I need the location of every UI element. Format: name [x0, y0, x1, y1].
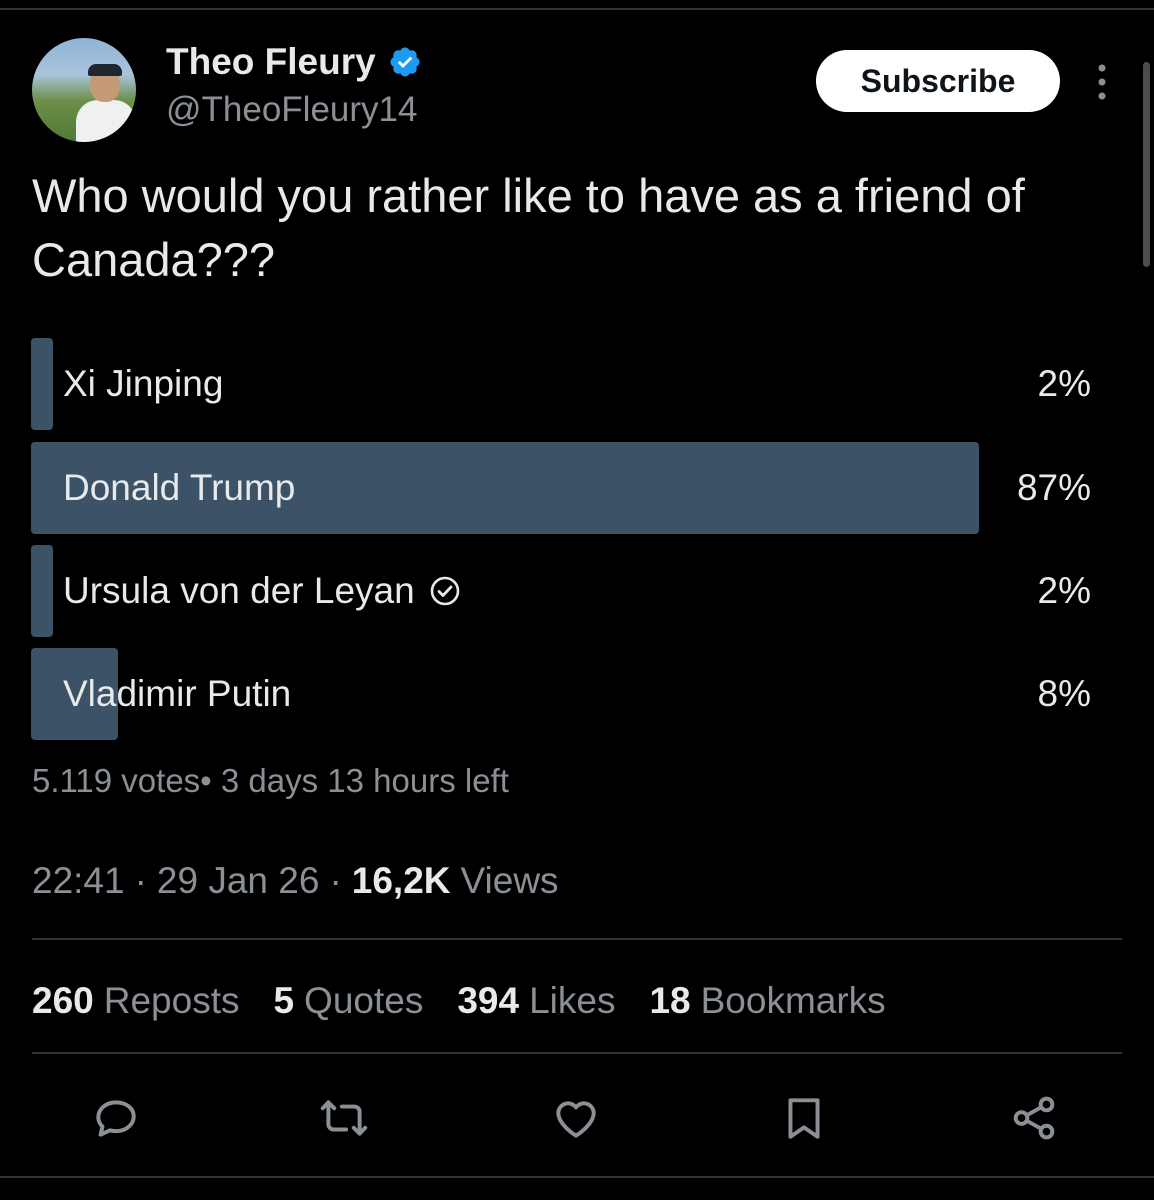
poll-option-percent: 87%: [1016, 467, 1091, 508]
author-display-name[interactable]: Theo Fleury: [166, 41, 376, 83]
check-circle-icon: [430, 576, 460, 606]
like-icon: [556, 1101, 596, 1138]
author-name-row: Theo Fleury: [166, 40, 422, 84]
views-count[interactable]: 16,2K: [352, 860, 451, 902]
tweet-timestamp: 22:41 · 29 Jan 26 · 16,2K Views: [32, 860, 559, 902]
reply-button[interactable]: [88, 1090, 144, 1146]
poll-option-percent: 2%: [1037, 570, 1091, 611]
poll-option-bar: [31, 545, 53, 637]
divider: [32, 1052, 1122, 1054]
poll-option-label: Xi Jinping: [63, 363, 224, 404]
author-handle[interactable]: @TheoFleury14: [166, 90, 417, 130]
share-button[interactable]: [1006, 1090, 1062, 1146]
tweet-time[interactable]: 22:41: [32, 860, 125, 902]
avatar[interactable]: [32, 38, 136, 142]
tweet-text: Who would you rather like to have as a f…: [32, 169, 1025, 286]
bookmark-icon: [788, 1098, 820, 1139]
poll-option-label: Donald Trump: [63, 467, 296, 508]
poll-option[interactable]: Donald Trump 87%: [31, 442, 1091, 534]
bottom-divider: [0, 1176, 1154, 1178]
reply-icon: [96, 1100, 136, 1137]
share-icon: [1013, 1096, 1055, 1140]
bookmark-button[interactable]: [776, 1090, 832, 1146]
poll-option-label: Ursula von der Leyan: [63, 570, 415, 611]
retweet-button[interactable]: [316, 1090, 372, 1146]
poll-option[interactable]: Xi Jinping 2%: [31, 338, 1091, 430]
poll-option-bar: [31, 338, 53, 430]
divider: [32, 938, 1122, 940]
poll-option-percent: 2%: [1037, 363, 1091, 404]
scrollbar[interactable]: [1143, 62, 1150, 267]
tweet-date[interactable]: 29 Jan 26: [157, 860, 320, 902]
views-label: Views: [460, 860, 559, 901]
poll-option-label: Vladimir Putin: [63, 673, 292, 714]
poll-option[interactable]: Vladimir Putin 8%: [31, 648, 1091, 740]
quotes-stat[interactable]: 5 Quotes: [273, 980, 423, 1022]
retweet-icon: [320, 1100, 368, 1136]
bookmarks-stat[interactable]: 18 Bookmarks: [649, 980, 885, 1022]
poll-meta: 5.119 votes• 3 days 13 hours left: [32, 762, 509, 799]
poll-option-label-wrap: Ursula von der Leyan: [63, 545, 461, 637]
likes-stat[interactable]: 394 Likes: [457, 980, 615, 1022]
verified-badge-icon: [390, 47, 420, 77]
more-options-icon[interactable]: [1094, 62, 1110, 102]
reposts-stat[interactable]: 260 Reposts: [32, 980, 239, 1022]
top-divider: [0, 8, 1154, 10]
poll-option-percent: 8%: [1037, 673, 1091, 714]
subscribe-button[interactable]: Subscribe: [816, 50, 1060, 112]
poll-option[interactable]: Ursula von der Leyan 2%: [31, 545, 1091, 637]
like-button[interactable]: [548, 1090, 604, 1146]
engagement-stats: 260 Reposts 5 Quotes 394 Likes 18 Bookmarks: [32, 974, 920, 1028]
